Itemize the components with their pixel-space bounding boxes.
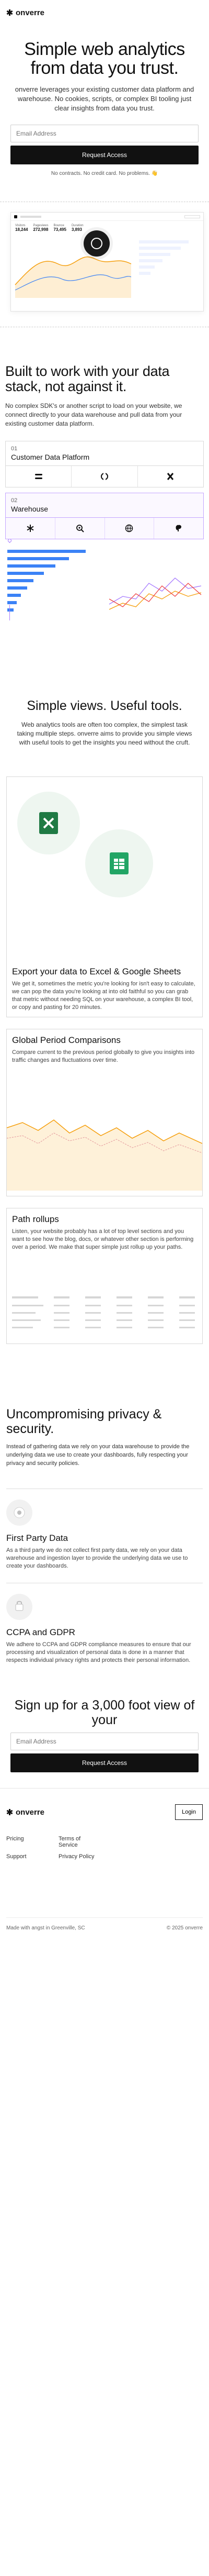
rollups-table-preview	[12, 1296, 195, 1328]
hero-subtitle: onverre leverages your existing customer…	[15, 85, 194, 112]
fine-print: No contracts. No credit card. No problem…	[51, 171, 158, 176]
period-title: Global Period Comparisons	[12, 1035, 121, 1045]
data-stack-section: Built to work with your data stack, not …	[0, 327, 209, 625]
search-icon	[55, 518, 105, 539]
copyright-text: © 2025 onverre	[166, 1925, 203, 1931]
first-party-card: First Party Data As a third party we do …	[6, 1489, 203, 1583]
footer: onverre Login Pricing Terms of Service S…	[0, 1788, 209, 1931]
footer-brand-name: onverre	[16, 1807, 45, 1817]
stack-title: Built to work with your data stack, not …	[5, 363, 170, 394]
warehouse-card: 02 Warehouse	[5, 493, 204, 539]
export-title: Export your data to Excel & Google Sheet…	[12, 967, 181, 976]
logo-icon	[6, 9, 13, 16]
hero-signup-form: Request Access	[10, 125, 199, 164]
hero-title: Simple web analytics from data you trust…	[24, 39, 185, 78]
privacy-lead: Instead of gathering data we rely on you…	[6, 1444, 190, 1467]
snowflake-icon	[6, 518, 55, 539]
cdp-title: Customer Data Platform	[11, 453, 90, 461]
export-card: Export your data to Excel & Google Sheet…	[6, 776, 203, 1017]
export-body: We get it, sometimes the metric you're l…	[12, 981, 195, 1011]
warehouse-title: Warehouse	[11, 505, 49, 513]
signup-title: Sign up for a 3,000 foot view of your	[14, 1698, 195, 1727]
footer-links: Pricing Terms of Service Support Privacy…	[6, 1836, 100, 1860]
first-party-icon	[6, 1500, 32, 1526]
privacy-link[interactable]: Privacy Policy	[59, 1853, 100, 1860]
privacy-section: Uncompromising privacy & security. Inste…	[0, 1375, 209, 1677]
x-icon	[138, 466, 203, 487]
dashboard-preview: Visitors 18,244 Pageviews 272,998 Bounce 73…	[0, 202, 209, 327]
excel-icon	[39, 812, 58, 834]
stat-visitors: Visitors 18,244	[15, 224, 28, 232]
brand-name: onverre	[16, 8, 45, 17]
ccpa-gdpr-icon	[6, 1594, 32, 1620]
rollups-body: Listen, your website probably has a lot …	[12, 1228, 194, 1250]
ccpa-body: We adhere to CCPA and GDPR compliance me…	[6, 1641, 191, 1663]
dashboard-logo-icon	[14, 215, 17, 218]
top-pages-bars	[5, 547, 102, 625]
support-link[interactable]: Support	[6, 1853, 48, 1860]
views-lead: Web analytics tools are often too comple…	[17, 721, 192, 746]
ccpa-gdpr-card: CCPA and GDPR We adhere to CCPA and GDPR…	[6, 1583, 203, 1677]
period-body: Compare current to the previous period g…	[12, 1049, 195, 1063]
cdp-number: 01	[11, 446, 18, 452]
footer-logo[interactable]: onverre	[6, 1808, 44, 1817]
globe-icon	[105, 518, 155, 539]
sync-icon	[72, 466, 138, 487]
hero: Simple web analytics from data you trust…	[0, 25, 209, 176]
play-icon	[91, 238, 102, 249]
ccpa-title: CCPA and GDPR	[6, 1627, 75, 1637]
rollups-title: Path rollups	[12, 1214, 59, 1224]
signup-request-access-button[interactable]: Request Access	[10, 1753, 199, 1772]
google-sheets-icon	[110, 852, 129, 874]
views-title: Simple views. Useful tools.	[27, 698, 182, 713]
warehouse-integrations	[6, 518, 203, 539]
made-with-text: Made with angst in Greenville, SC	[6, 1925, 85, 1931]
period-comparison-card: Global Period Comparisons Compare curren…	[6, 1029, 203, 1196]
stat-duration: Duration 3,893	[71, 224, 84, 232]
warehouse-preview-charts	[5, 547, 204, 625]
first-party-body: As a third party we do not collect first…	[6, 1547, 188, 1569]
page: onverre Simple web analytics from data y…	[0, 0, 209, 2576]
privacy-title: Uncompromising privacy & security.	[6, 1407, 162, 1436]
signup-email-field[interactable]	[10, 1733, 199, 1750]
simple-views-section: Simple views. Useful tools. Web analytic…	[0, 667, 209, 1344]
logo[interactable]: onverre	[6, 8, 44, 17]
terms-link[interactable]: Terms of Service	[59, 1836, 100, 1848]
email-field[interactable]	[10, 125, 199, 142]
top-nav: onverre	[0, 0, 209, 25]
cdp-card: 01 Customer Data Platform	[5, 441, 204, 487]
pricing-link[interactable]: Pricing	[6, 1836, 48, 1848]
path-rollups-card: Path rollups Listen, your website probab…	[6, 1208, 203, 1344]
first-party-title: First Party Data	[6, 1533, 68, 1543]
signup-section: Sign up for a 3,000 foot view of your Re…	[0, 1677, 209, 1772]
signup-form: Request Access	[10, 1733, 199, 1772]
stack-body: No complex SDK's or another script to lo…	[5, 402, 182, 427]
segment-icon	[6, 466, 72, 487]
period-comparison-chart	[7, 1119, 202, 1191]
cdp-integrations	[6, 466, 203, 487]
request-access-button[interactable]: Request Access	[10, 146, 199, 164]
comparison-lines	[107, 547, 204, 625]
dashboard-screenshot: Visitors 18,244 Pageviews 272,998 Bounce 73…	[10, 212, 204, 312]
warehouse-number: 02	[11, 497, 18, 504]
logo-icon	[6, 1809, 13, 1815]
login-button[interactable]: Login	[175, 1804, 203, 1820]
stat-bounce: Bounce 73,495	[53, 224, 66, 232]
dashboard-stats: Visitors 18,244 Pageviews 272,998 Bounce 73…	[11, 221, 203, 235]
stat-pageviews: Pageviews 272,998	[33, 224, 49, 232]
play-video-button[interactable]	[84, 230, 110, 257]
postgres-icon	[154, 518, 203, 539]
